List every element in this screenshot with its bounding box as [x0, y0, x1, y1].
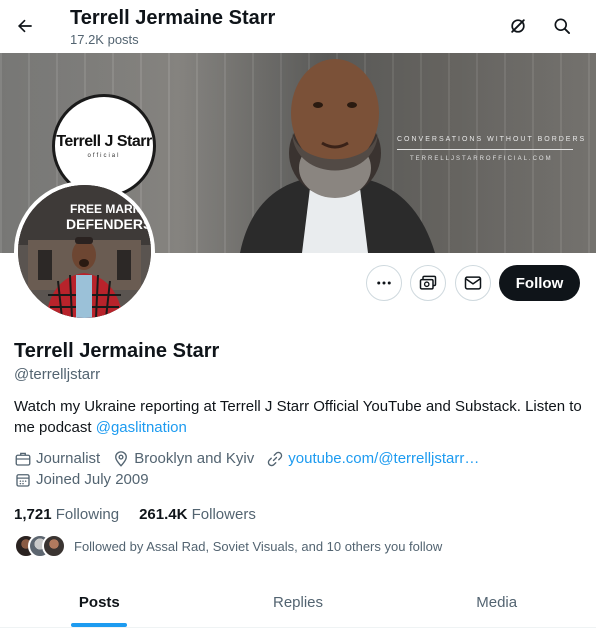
subscribe-money-button[interactable]: [410, 265, 446, 301]
follow-stats: 1,721 Following 261.4K Followers: [14, 505, 276, 525]
message-button[interactable]: [455, 265, 491, 301]
avatar-illustration: FREE MARIUP DEFENDERS: [18, 185, 151, 318]
following-link[interactable]: 1,721 Following: [14, 505, 119, 525]
post-count: 17.2K posts: [70, 32, 139, 47]
arrow-left-icon: [17, 19, 32, 33]
banner-url: TERRELLJSTARROFFICIAL.COM: [410, 156, 553, 162]
followed-by-text: Followed by Assal Rad, Soviet Visuals, a…: [74, 538, 443, 554]
more-options-button[interactable]: [366, 265, 402, 301]
following-count: 1,721: [14, 506, 52, 523]
website: youtube.com/@terrelljstarr…: [266, 449, 479, 469]
page-title: Terrell Jermaine Starr: [70, 7, 276, 29]
bio-mention-link[interactable]: @gaslitnation: [96, 419, 187, 436]
followers-count: 261.4K: [139, 506, 188, 523]
avatar-photo: FREE MARIUP DEFENDERS: [18, 185, 151, 318]
location-label: Brooklyn and Kyiv: [134, 450, 255, 467]
banner-divider: [397, 149, 573, 150]
briefcase-icon: [15, 452, 31, 466]
back-button[interactable]: [8, 9, 42, 43]
calendar-icon: [16, 474, 30, 487]
tab-replies[interactable]: Replies: [199, 577, 398, 627]
tab-posts[interactable]: Posts: [0, 577, 199, 627]
joined-label: Joined July 2009: [36, 471, 149, 488]
profession: Journalist: [14, 449, 100, 469]
follower-avatar: [42, 534, 66, 558]
profile-handle: @terrelljstarr: [14, 366, 101, 383]
search-icon: [554, 18, 570, 34]
banner-logo-text: Terrell J Starr: [56, 133, 152, 150]
top-bar: Terrell Jermaine Starr 17.2K posts: [0, 0, 600, 53]
location: Brooklyn and Kyiv: [112, 449, 254, 469]
more-icon: [377, 281, 391, 285]
active-tab-indicator: [71, 623, 128, 627]
grok-icon: [511, 19, 525, 33]
joined-row: Joined July 2009: [14, 470, 161, 490]
grok-button[interactable]: [501, 9, 535, 43]
money-icon: [419, 275, 437, 290]
avatar-sign-line2: DEFENDERS: [66, 216, 151, 232]
followed-by-avatars: [14, 534, 66, 558]
envelope-icon: [464, 276, 482, 290]
followers-link[interactable]: 261.4K Followers: [139, 505, 256, 525]
search-button[interactable]: [545, 9, 579, 43]
link-icon: [268, 451, 283, 467]
banner-logo-sub: official: [87, 153, 121, 159]
follow-button[interactable]: Follow: [499, 265, 580, 301]
banner-tagline: CONVERSATIONS WITHOUT BORDERS: [397, 136, 587, 143]
followed-by[interactable]: Followed by Assal Rad, Soviet Visuals, a…: [14, 534, 442, 558]
tab-media[interactable]: Media: [397, 577, 596, 627]
profile-meta-row: Journalist Brooklyn and Kyiv youtube.com…: [14, 449, 491, 469]
header-title-group: Terrell Jermaine Starr 17.2K posts: [70, 6, 275, 49]
location-pin-icon: [115, 451, 128, 467]
tab-posts-label: Posts: [78, 593, 120, 611]
banner-person-photo: [240, 59, 435, 253]
website-link[interactable]: youtube.com/@terrelljstarr…: [288, 449, 479, 469]
following-label: Following: [55, 506, 120, 523]
profile-tabs: Posts Replies Media: [0, 577, 596, 628]
profile-name: Terrell Jermaine Starr: [14, 340, 220, 362]
tab-replies-label: Replies: [272, 593, 324, 611]
avatar[interactable]: FREE MARIUP DEFENDERS: [14, 181, 155, 322]
joined-date: Joined July 2009: [14, 470, 149, 490]
tab-media-label: Media: [476, 593, 518, 611]
followers-label: Followers: [191, 506, 256, 523]
profession-label: Journalist: [36, 450, 101, 467]
profile-bio: Watch my Ukraine reporting at Terrell J …: [14, 396, 584, 438]
